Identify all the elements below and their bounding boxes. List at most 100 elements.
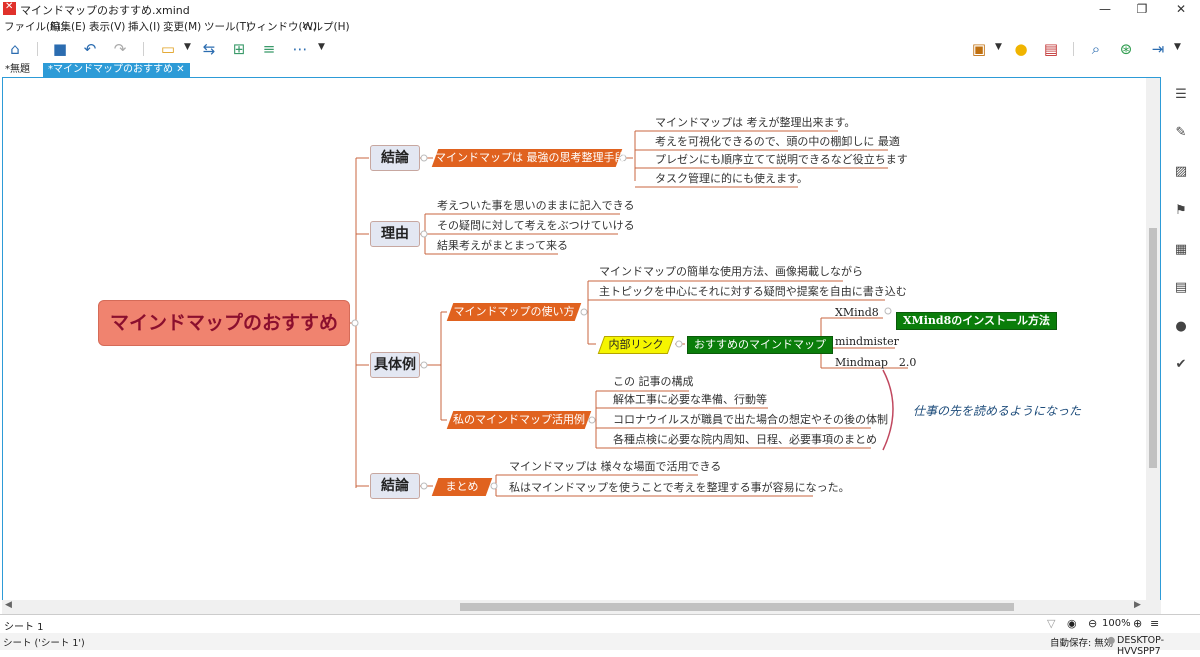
eye-icon[interactable]: ◉	[1067, 617, 1077, 630]
tab-close-icon[interactable]: ✕	[176, 64, 184, 75]
status-sheet: シート ('シート 1')	[3, 638, 85, 649]
tool-mindmister[interactable]: mindmister	[835, 335, 899, 348]
scroll-right-icon[interactable]: ▶	[1134, 600, 1141, 610]
task-clipboard-icon[interactable]: ✔	[1173, 357, 1189, 373]
zoom-in-icon[interactable]: ⊕	[1133, 617, 1142, 630]
lightbulb-icon[interactable]: ●	[1011, 39, 1031, 59]
format-brush-icon[interactable]: ✎	[1173, 125, 1189, 141]
document-tabs: *無題 *マインドマップのおすすめ ✕	[0, 63, 1200, 77]
zoom-level[interactable]: 100%	[1102, 618, 1131, 629]
vertical-scroll-thumb[interactable]	[1149, 228, 1157, 468]
zoom-out-icon[interactable]: ⊖	[1088, 617, 1097, 630]
undo-icon[interactable]: ↶	[80, 39, 100, 59]
vertical-scrollbar[interactable]	[1146, 78, 1160, 600]
topic-conclusion-1[interactable]: 結論	[370, 145, 420, 171]
tab-label: *マインドマップのおすすめ	[48, 64, 173, 75]
leaf-item[interactable]: 考えついた事を思いのままに記入できる	[437, 198, 634, 214]
presentation-dropdown-icon[interactable]: ▼	[995, 42, 1002, 52]
leaf-item[interactable]: マインドマップは 様々な場面で活用できる	[509, 459, 721, 475]
document-icon[interactable]: ▤	[1173, 280, 1189, 296]
maximize-button[interactable]: ❐	[1127, 0, 1157, 18]
summary-icon[interactable]: ≡	[259, 39, 279, 59]
save-icon[interactable]: ■	[50, 39, 70, 59]
topic-reason[interactable]: 理由	[370, 221, 420, 247]
subtopic-my-usage[interactable]: 私のマインドマップ活用例	[446, 411, 592, 429]
scroll-left-icon[interactable]: ◀	[5, 600, 12, 610]
xmind-install-topic[interactable]: XMind8のインストール方法	[896, 312, 1058, 330]
leaf-item[interactable]: 考えを可視化できるので、頭の中の棚卸しに 最適	[655, 134, 900, 150]
leaf-item[interactable]: この 記事の構成	[613, 374, 694, 390]
leaf-item[interactable]: 結果考えがまとまって来る	[437, 238, 568, 254]
tab-untitled[interactable]: *無題	[0, 63, 35, 77]
leaf-item[interactable]: 主トピックを中心にそれに対する疑問や提案を自由に書き込む	[599, 284, 907, 300]
subtopic-label: マインドマップの使い方	[453, 305, 575, 318]
insert-topic-icon[interactable]: ▭	[158, 39, 178, 59]
close-window-button[interactable]: ✕	[1166, 0, 1196, 18]
relationship-icon[interactable]: ⇆	[199, 39, 219, 59]
gantt-icon[interactable]: ▤	[1041, 39, 1061, 59]
notes-icon[interactable]: ▦	[1173, 242, 1189, 258]
mindmap-canvas[interactable]: マインドマップのおすすめ 結論 理由 具体例 結論 マインドマップは 最強の思考…	[2, 77, 1161, 614]
redo-icon[interactable]: ↷	[110, 39, 130, 59]
tab-mindmap[interactable]: *マインドマップのおすすめ ✕	[43, 63, 190, 77]
collapse-handle	[420, 361, 428, 369]
leaf-item[interactable]: 解体工事に必要な準備、行動等	[613, 392, 767, 408]
horizontal-scrollbar[interactable]: ◀ ▶	[2, 600, 1161, 614]
central-topic[interactable]: マインドマップのおすすめ	[98, 300, 350, 346]
fit-icon[interactable]: ≡	[1150, 617, 1159, 630]
export-dropdown-icon[interactable]: ▼	[1174, 42, 1181, 52]
leaf-item[interactable]: コロナウイルスが職員で出た場合の想定やその後の体制	[613, 412, 888, 428]
machine-name: DESKTOP-HVVSPP7	[1117, 635, 1165, 657]
toolbar: ⌂ ■ ↶ ↷ ▭ ▼ ⇆ ⊞ ≡ ⋯ ▼ ▣ ▼ ● ▤ ⌕ ⊛ ⇥ ▼	[0, 36, 1200, 62]
menu-view[interactable]: 表示(V)	[89, 19, 125, 34]
more-dropdown-icon[interactable]: ▼	[318, 42, 325, 52]
collapse-handle	[420, 230, 428, 238]
boundary-icon[interactable]: ⊞	[229, 39, 249, 59]
collapse-handle	[675, 340, 683, 348]
right-panel: ☰ ✎ ▨ ⚑ ▦ ▤ ● ✔	[1161, 77, 1200, 614]
marker-flag-icon[interactable]: ⚑	[1173, 203, 1189, 219]
collapse-handle	[884, 307, 892, 315]
recommended-mindmaps-topic[interactable]: おすすめのマインドマップ	[687, 336, 833, 354]
outline-icon[interactable]: ☰	[1173, 87, 1189, 103]
xmind-app-icon	[3, 1, 16, 15]
filter-icon[interactable]: ▽	[1047, 617, 1055, 630]
export-icon[interactable]: ⇥	[1148, 39, 1168, 59]
leaf-item[interactable]: マインドマップの簡単な使用方法、画像掲載しながら	[599, 264, 863, 280]
topic-examples[interactable]: 具体例	[370, 352, 420, 378]
leaf-item[interactable]: その疑問に対して考えをぶつけていける	[437, 218, 635, 234]
subtopic-best-thinking-tool[interactable]: マインドマップは 最強の思考整理手段	[431, 149, 626, 167]
leaf-item[interactable]: タスク管理に的にも使えます。	[655, 171, 808, 187]
collapse-handle	[420, 482, 428, 490]
leaf-item[interactable]: マインドマップは 考えが整理出来ます。	[655, 115, 855, 131]
minimize-button[interactable]: —	[1090, 0, 1120, 18]
leaf-item[interactable]: 各種点検に必要な院内周知、日程、必要事項のまとめ	[613, 432, 877, 448]
tool-xmind8[interactable]: XMind8	[835, 306, 879, 319]
more-icon[interactable]: ⋯	[290, 39, 310, 59]
share-icon[interactable]: ⊛	[1116, 39, 1136, 59]
topic-conclusion-2[interactable]: 結論	[370, 473, 420, 499]
subtopic-summary[interactable]: まとめ	[431, 478, 493, 496]
summary-note[interactable]: 仕事の先を読めるようになった	[913, 402, 1081, 419]
subtopic-label: マインドマップは 最強の思考整理手段	[435, 151, 626, 164]
presentation-icon[interactable]: ▣	[969, 39, 989, 59]
collapse-handle	[490, 482, 498, 490]
menu-modify[interactable]: 変更(M)	[163, 19, 201, 34]
image-icon[interactable]: ▨	[1173, 164, 1189, 180]
tool-mindmap-2[interactable]: Mindmap 2.0	[835, 354, 916, 370]
search-icon[interactable]: ⌕	[1086, 39, 1106, 59]
internal-link-topic[interactable]: 内部リンク	[597, 336, 675, 354]
horizontal-scroll-thumb[interactable]	[460, 603, 1014, 611]
leaf-item[interactable]: プレゼンにも順序立てて説明できるなど役立ちます	[655, 152, 908, 168]
window-title: マインドマップのおすすめ.xmind	[20, 4, 190, 17]
leaf-item[interactable]: 私はマインドマップを使うことで考えを整理する事が容易になった。	[509, 480, 850, 496]
menu-insert[interactable]: 挿入(I)	[128, 19, 160, 34]
menu-help[interactable]: ヘルプ(H)	[302, 19, 350, 34]
home-icon[interactable]: ⌂	[5, 39, 25, 59]
sheet-tab[interactable]: シート 1	[4, 618, 44, 633]
menu-edit[interactable]: 編集(E)	[50, 19, 86, 34]
comments-icon[interactable]: ●	[1173, 319, 1189, 335]
insert-topic-dropdown-icon[interactable]: ▼	[184, 42, 191, 52]
menu-tools[interactable]: ツール(T)	[204, 19, 250, 34]
subtopic-how-to-use[interactable]: マインドマップの使い方	[446, 303, 582, 321]
